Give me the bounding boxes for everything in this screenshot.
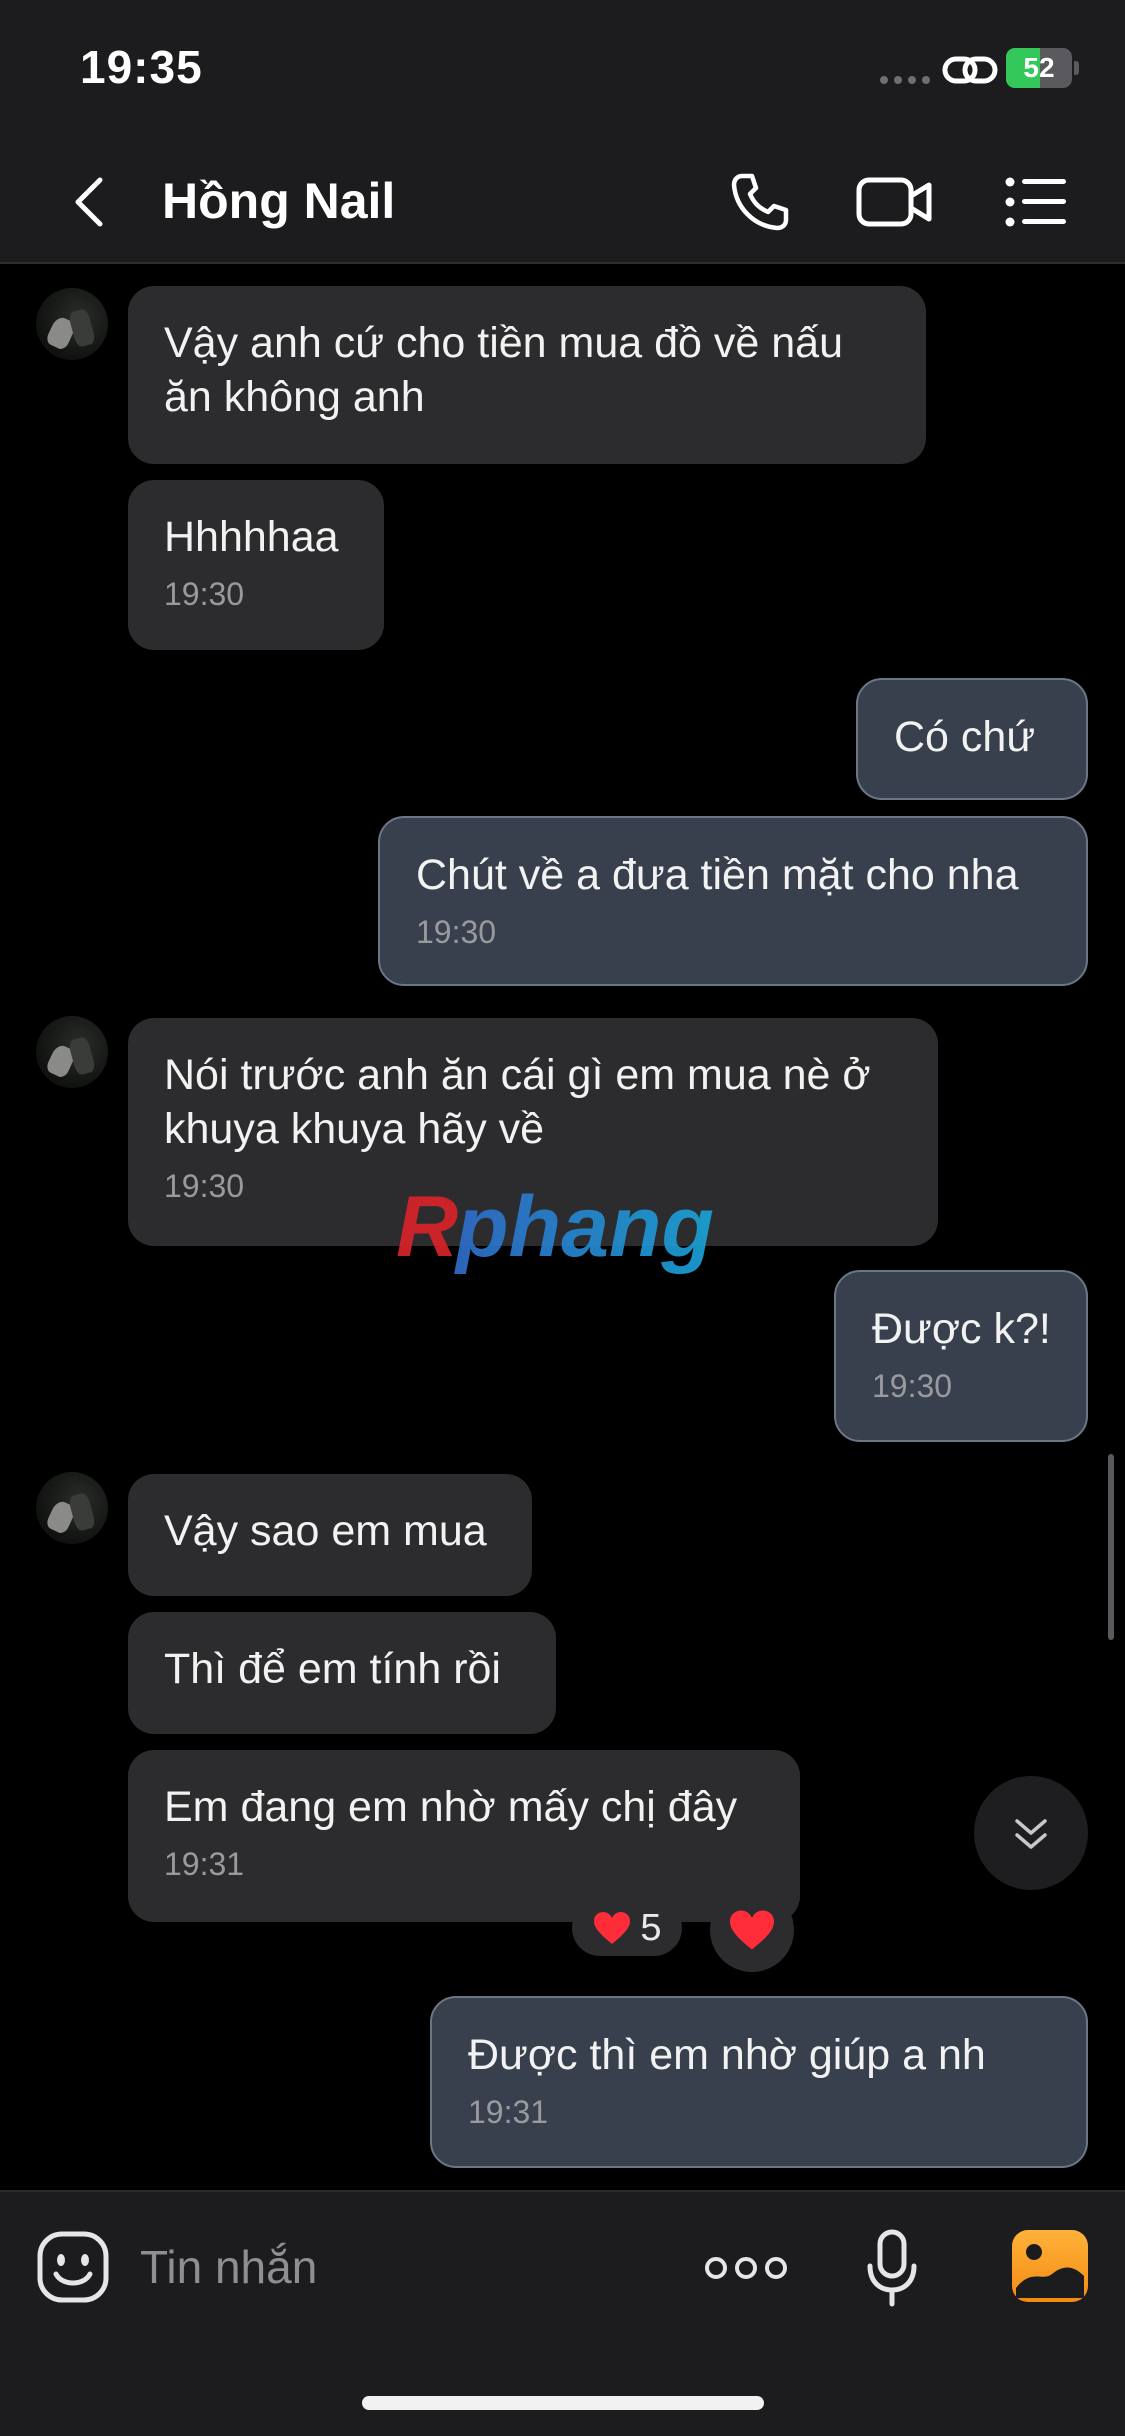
video-camera-icon xyxy=(856,177,932,227)
message-time: 19:30 xyxy=(872,1368,953,1404)
message-time: 19:31 xyxy=(164,1846,245,1882)
message-time: 19:31 xyxy=(468,2094,549,2130)
message-text: khuya khuya hãy về xyxy=(164,1105,545,1153)
scroll-indicator[interactable] xyxy=(1108,1454,1114,1640)
message-time: 19:30 xyxy=(164,576,245,612)
message-list[interactable]: Vậy anh cứ cho tiền mua đồ về nấu ăn khô… xyxy=(0,266,1125,2190)
link-icon xyxy=(942,56,998,84)
message-bubble-outgoing[interactable]: Được k?! 19:30 xyxy=(834,1270,1088,1442)
reaction-count: 5 xyxy=(640,1906,662,1949)
phone-icon xyxy=(731,173,789,231)
microphone-icon[interactable] xyxy=(862,2228,922,2308)
emoji-icon[interactable] xyxy=(36,2230,110,2304)
image-icon xyxy=(1016,2244,1084,2298)
message-text: Thì để em tính rồi xyxy=(164,1645,501,1693)
message-text: Vậy sao em mua xyxy=(164,1507,487,1555)
message-text: Hhhhhaa xyxy=(164,513,339,561)
menu-button[interactable] xyxy=(996,162,1076,242)
message-bubble-incoming[interactable]: Thì để em tính rồi xyxy=(128,1612,556,1734)
message-text: Được k?! xyxy=(872,1305,1051,1353)
contact-avatar[interactable] xyxy=(36,1016,108,1088)
heart-icon xyxy=(594,1912,631,1944)
double-chevron-down-icon xyxy=(1015,1819,1047,1849)
scroll-to-bottom-button[interactable] xyxy=(974,1776,1088,1890)
battery-percent: 52 xyxy=(1023,52,1055,83)
message-bubble-incoming[interactable]: Nói trước anh ăn cái gì em mua nè ở khuy… xyxy=(128,1018,938,1246)
message-text: Nói trước anh ăn cái gì em mua nè ở xyxy=(164,1051,871,1099)
home-indicator[interactable] xyxy=(362,2396,764,2410)
heart-icon xyxy=(730,1910,774,1950)
message-input[interactable] xyxy=(140,2230,660,2304)
status-time: 19:35 xyxy=(80,41,203,93)
message-bubble-incoming[interactable]: Hhhhhaa 19:30 xyxy=(128,480,384,650)
image-picker-button[interactable] xyxy=(1012,2230,1088,2302)
back-button[interactable] xyxy=(50,162,130,242)
contact-avatar[interactable] xyxy=(36,1472,108,1544)
chat-header: Hồng Nail xyxy=(0,140,1125,264)
message-bubble-outgoing[interactable]: Được thì em nhờ giúp a nh 19:31 xyxy=(430,1996,1088,2168)
battery-icon: 52 xyxy=(1006,48,1079,88)
more-dots-icon[interactable] xyxy=(704,2238,788,2298)
message-bubble-outgoing[interactable]: Có chứ xyxy=(856,678,1088,800)
contact-avatar[interactable] xyxy=(36,288,108,360)
message-text: Được thì em nhờ giúp a nh xyxy=(468,2031,986,2079)
cellular-signal-icon xyxy=(880,76,932,84)
message-text: Vậy anh cứ cho tiền mua đồ về nấu xyxy=(164,319,843,367)
voice-call-button[interactable] xyxy=(720,162,800,242)
message-bubble-incoming[interactable]: Em đang em nhờ mấy chị đây 19:31 xyxy=(128,1750,800,1922)
list-menu-icon xyxy=(1005,177,1066,227)
react-heart-button[interactable] xyxy=(710,1888,794,1972)
back-chevron-icon xyxy=(75,177,103,227)
message-text: Em đang em nhờ mấy chị đây xyxy=(164,1783,738,1831)
status-bar: 19:35 52 xyxy=(0,0,1125,140)
message-time: 19:30 xyxy=(164,1168,245,1204)
message-time: 19:30 xyxy=(416,914,497,950)
message-bubble-incoming[interactable]: Vậy anh cứ cho tiền mua đồ về nấu ăn khô… xyxy=(128,286,926,464)
reaction-summary[interactable]: 5 xyxy=(572,1900,682,1956)
video-call-button[interactable] xyxy=(850,162,940,242)
message-text: ăn không anh xyxy=(164,373,425,421)
contact-name[interactable]: Hồng Nail xyxy=(162,172,395,230)
message-bubble-outgoing[interactable]: Chút về a đưa tiền mặt cho nha 19:30 xyxy=(378,816,1088,986)
message-text: Chút về a đưa tiền mặt cho nha xyxy=(416,851,1019,899)
message-bubble-incoming[interactable]: Vậy sao em mua xyxy=(128,1474,532,1596)
message-text: Có chứ xyxy=(894,713,1036,761)
